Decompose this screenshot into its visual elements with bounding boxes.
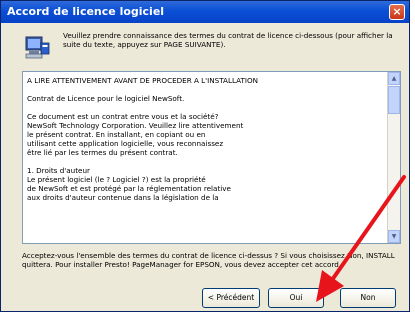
setup-computer-icon: [25, 36, 50, 59]
license-dialog: Accord de licence logiciel × Veuillez pr…: [0, 0, 410, 312]
vertical-scrollbar[interactable]: ▲ ▼: [387, 72, 400, 243]
license-paragraph-title: Contrat de Licence pour le logiciel NewS…: [27, 94, 185, 103]
window-title: Accord de licence logiciel: [7, 5, 165, 18]
scroll-up-arrow-icon[interactable]: ▲: [388, 72, 400, 85]
scroll-thumb[interactable]: [388, 86, 400, 114]
license-paragraph-contract: Ce document est un contrat entre vous et…: [27, 112, 244, 157]
license-paragraph-copyright: 1. Droits d'auteur Le présent logiciel (…: [27, 166, 231, 202]
no-button[interactable]: Non: [340, 288, 396, 308]
scroll-down-arrow-icon[interactable]: ▼: [388, 230, 400, 243]
license-paragraph-heading: A LIRE ATTENTIVEMENT AVANT DE PROCEDER A…: [27, 76, 259, 85]
close-button[interactable]: ×: [389, 4, 405, 20]
license-text-content: A LIRE ATTENTIVEMENT AVANT DE PROCEDER A…: [27, 76, 383, 241]
yes-button[interactable]: Oui: [268, 288, 324, 308]
previous-button[interactable]: < Précédent: [202, 288, 260, 308]
accept-question-text: Acceptez-vous l'ensemble des termes du c…: [22, 251, 395, 270]
close-icon: ×: [392, 5, 402, 18]
intro-text: Veuillez prendre connaissance des termes…: [63, 31, 393, 50]
license-text-box[interactable]: A LIRE ATTENTIVEMENT AVANT DE PROCEDER A…: [22, 71, 401, 244]
title-bar: Accord de licence logiciel ×: [1, 1, 409, 23]
